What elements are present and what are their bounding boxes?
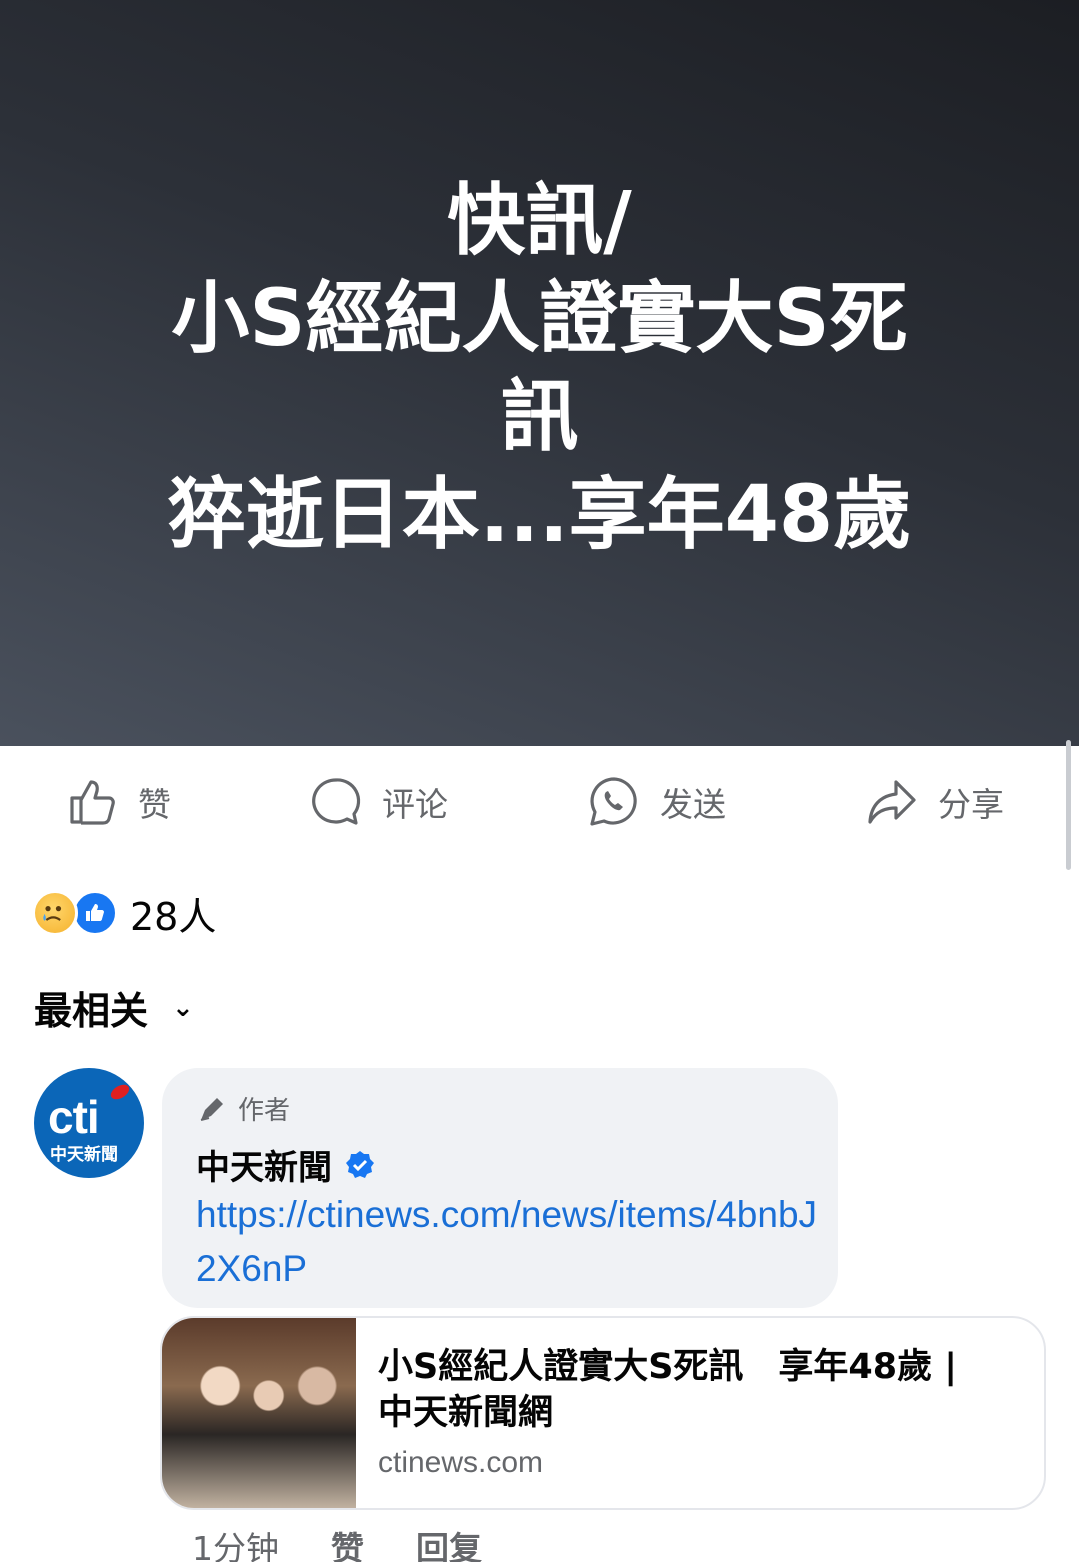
post-image-banner[interactable]: 快訊/ 小S經紀人證實大S死 訊 猝逝日本...享年48歲 bbox=[0, 0, 1079, 746]
like-button[interactable]: 赞 bbox=[64, 772, 171, 832]
comment-sort-dropdown[interactable]: 最相关 ⌄ bbox=[34, 980, 194, 1035]
comment-like-button[interactable]: 赞 bbox=[331, 1522, 364, 1562]
author-badge-label: 作者 bbox=[238, 1096, 291, 1126]
comment-author-name[interactable]: 中天新聞 bbox=[196, 1140, 332, 1189]
share-button-label: 分享 bbox=[938, 785, 1004, 824]
thumbs-up-icon bbox=[70, 780, 115, 825]
comment-bubble-icon bbox=[312, 778, 361, 825]
verified-badge-icon bbox=[346, 1150, 374, 1178]
avatar[interactable]: cti 中天新聞 bbox=[34, 1068, 144, 1178]
chevron-down-icon: ⌄ bbox=[172, 992, 194, 1023]
hero-line-1: 快訊/ bbox=[447, 176, 632, 266]
link-preview-card[interactable]: 小S經紀人證實大S死訊 享年48歲 | 中天新聞網 ctinews.com bbox=[160, 1316, 1046, 1510]
comment-meta: 1分钟 赞 回复 bbox=[192, 1522, 482, 1562]
avatar-logo-dot bbox=[108, 1081, 132, 1103]
share-button[interactable]: 分享 bbox=[864, 772, 1004, 832]
comment-button-label: 评论 bbox=[382, 785, 448, 824]
like-reaction-icon bbox=[72, 890, 118, 936]
hero-line-4: 猝逝日本...享年48歲 bbox=[167, 470, 912, 560]
comment-link[interactable]: https://ctinews.com/news/items/4bnbJ2X6n… bbox=[196, 1188, 826, 1296]
pen-icon bbox=[200, 1097, 223, 1121]
share-arrow-icon bbox=[868, 780, 916, 824]
post-action-bar: 赞 评论 发送 分享 bbox=[0, 760, 1079, 844]
post-image-title: 快訊/ 小S經紀人證實大S死 訊 猝逝日本...享年48歲 bbox=[110, 172, 970, 564]
reaction-count: 28人 bbox=[130, 894, 217, 939]
whatsapp-icon bbox=[590, 777, 637, 826]
hero-line-2: 小S經紀人證實大S死 bbox=[171, 274, 908, 364]
avatar-logo-subtext: 中天新聞 bbox=[50, 1145, 118, 1165]
like-button-label: 赞 bbox=[138, 785, 171, 824]
link-preview-title: 小S經紀人證實大S死訊 享年48歲 | 中天新聞網 bbox=[378, 1347, 958, 1433]
link-preview-image bbox=[162, 1318, 356, 1508]
comment-button[interactable]: 评论 bbox=[308, 772, 448, 832]
comment-reply-button[interactable]: 回复 bbox=[416, 1522, 482, 1562]
comment-timestamp: 1分钟 bbox=[192, 1529, 279, 1562]
link-preview-domain: ctinews.com bbox=[378, 1446, 544, 1479]
author-badge: 作者 bbox=[196, 1090, 290, 1127]
send-button-label: 发送 bbox=[660, 785, 726, 824]
hero-line-3: 訊 bbox=[500, 372, 579, 462]
comment-author[interactable]: 中天新聞 bbox=[196, 1140, 376, 1189]
reaction-summary[interactable]: 28人 bbox=[32, 886, 216, 940]
comment-bubble: 作者 中天新聞 https://ctinews.com/news/items/4… bbox=[162, 1068, 838, 1308]
send-button[interactable]: 发送 bbox=[586, 772, 726, 832]
avatar-logo-text: cti bbox=[48, 1091, 100, 1143]
sad-reaction-icon bbox=[32, 890, 78, 936]
sort-label: 最相关 bbox=[34, 989, 149, 1033]
